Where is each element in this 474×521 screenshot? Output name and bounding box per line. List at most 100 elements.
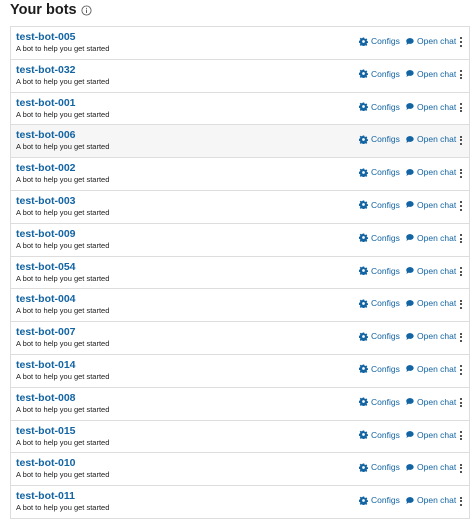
bot-description: A bot to help you get started <box>16 44 110 53</box>
open-chat-button[interactable]: Open chat <box>405 297 456 309</box>
kebab-menu-icon[interactable] <box>458 396 464 410</box>
open-chat-button[interactable]: Open chat <box>405 68 456 80</box>
gear-icon <box>359 397 368 407</box>
configs-label: Configs <box>371 265 400 276</box>
bot-name-link[interactable]: test-bot-007 <box>16 326 76 338</box>
bot-name-link[interactable]: test-bot-015 <box>16 425 76 437</box>
configs-button[interactable]: Configs <box>359 429 400 441</box>
bot-name-link[interactable]: test-bot-001 <box>16 97 76 109</box>
chat-bubble-icon <box>406 365 414 373</box>
open-chat-button[interactable]: Open chat <box>405 101 456 113</box>
configs-button[interactable]: Configs <box>359 265 400 277</box>
bot-description: A bot to help you get started <box>16 371 110 381</box>
configs-button[interactable]: Configs <box>359 133 400 145</box>
kebab-menu-icon[interactable] <box>458 297 464 311</box>
configs-button[interactable]: Configs <box>359 199 400 211</box>
configs-label: Configs <box>371 462 400 473</box>
open-chat-label: Open chat <box>417 265 457 276</box>
chat-bubble-icon <box>406 332 414 340</box>
bot-description: A bot to help you get started <box>16 306 110 316</box>
open-chat-label: Open chat <box>417 462 457 473</box>
bot-row: test-bot-009 A bot to help you get start… <box>10 223 470 257</box>
open-chat-button[interactable]: Open chat <box>405 396 456 408</box>
open-chat-button[interactable]: Open chat <box>405 494 456 506</box>
bot-name-link[interactable]: test-bot-008 <box>16 392 76 404</box>
bot-name-link[interactable]: test-bot-011 <box>16 490 75 502</box>
bot-description: A bot to help you get started <box>16 273 110 283</box>
chat-bubble-icon <box>406 299 414 307</box>
open-chat-label: Open chat <box>417 36 457 46</box>
open-chat-button[interactable]: Open chat <box>405 265 456 277</box>
bot-name-link[interactable]: test-bot-014 <box>16 359 76 371</box>
kebab-menu-icon[interactable] <box>458 35 464 49</box>
gear-icon <box>359 332 368 341</box>
open-chat-button[interactable]: Open chat <box>405 232 456 244</box>
configs-button[interactable]: Configs <box>359 494 400 506</box>
bot-name-link[interactable]: test-bot-009 <box>16 228 76 240</box>
configs-button[interactable]: Configs <box>359 232 400 244</box>
bot-list: test-bot-005 A bot to help you get start… <box>10 26 470 519</box>
bot-name-link[interactable]: test-bot-054 <box>16 261 76 273</box>
kebab-menu-icon[interactable] <box>458 363 464 377</box>
bot-row: test-bot-001 A bot to help you get start… <box>10 92 470 126</box>
bot-name-link[interactable]: test-bot-004 <box>16 293 76 305</box>
bot-description: A bot to help you get started <box>16 207 110 217</box>
chat-bubble-icon <box>406 37 414 45</box>
configs-label: Configs <box>371 101 400 112</box>
bot-row: test-bot-002 A bot to help you get start… <box>10 158 470 191</box>
configs-button[interactable]: Configs <box>359 35 400 47</box>
bot-row: test-bot-032 A bot to help you get start… <box>10 59 470 93</box>
bot-row: test-bot-005 A bot to help you get start… <box>10 27 470 60</box>
bot-description: A bot to help you get started <box>16 339 110 349</box>
info-circle-icon[interactable] <box>81 4 92 16</box>
kebab-menu-icon[interactable] <box>458 429 464 443</box>
open-chat-label: Open chat <box>417 167 457 178</box>
gear-icon <box>359 69 368 79</box>
bot-row: test-bot-008 A bot to help you get start… <box>10 387 470 421</box>
bot-description: A bot to help you get started <box>16 240 110 250</box>
open-chat-button[interactable]: Open chat <box>405 363 456 375</box>
kebab-menu-icon[interactable] <box>458 199 464 213</box>
configs-button[interactable]: Configs <box>359 68 400 80</box>
bot-name-link[interactable]: test-bot-005 <box>16 31 76 43</box>
bot-name-link[interactable]: test-bot-006 <box>16 129 76 141</box>
open-chat-button[interactable]: Open chat <box>405 429 456 441</box>
bot-name-link[interactable]: test-bot-010 <box>16 457 76 469</box>
configs-button[interactable]: Configs <box>359 101 400 113</box>
chat-bubble-icon <box>406 135 414 143</box>
bot-row: test-bot-015 A bot to help you get start… <box>10 420 470 454</box>
open-chat-button[interactable]: Open chat <box>405 199 456 211</box>
configs-button[interactable]: Configs <box>359 330 400 342</box>
kebab-menu-icon[interactable] <box>458 68 464 82</box>
configs-button[interactable]: Configs <box>359 363 400 375</box>
kebab-menu-icon[interactable] <box>458 101 464 115</box>
kebab-menu-icon[interactable] <box>458 330 464 344</box>
kebab-menu-icon[interactable] <box>458 265 464 279</box>
kebab-menu-icon[interactable] <box>458 461 464 475</box>
kebab-menu-icon[interactable] <box>458 494 464 508</box>
kebab-menu-icon[interactable] <box>458 166 464 180</box>
open-chat-label: Open chat <box>417 396 457 407</box>
configs-button[interactable]: Configs <box>359 396 400 408</box>
bot-name-link[interactable]: test-bot-003 <box>16 195 76 207</box>
bot-name-link[interactable]: test-bot-002 <box>16 162 76 174</box>
open-chat-label: Open chat <box>417 298 457 309</box>
open-chat-button[interactable]: Open chat <box>405 461 456 473</box>
bot-row: test-bot-010 A bot to help you get start… <box>10 453 470 487</box>
configs-button[interactable]: Configs <box>359 297 400 309</box>
kebab-menu-icon[interactable] <box>458 232 464 246</box>
configs-label: Configs <box>371 298 400 309</box>
bot-name-link[interactable]: test-bot-032 <box>16 64 76 76</box>
open-chat-button[interactable]: Open chat <box>405 330 456 342</box>
configs-label: Configs <box>371 396 400 407</box>
open-chat-button[interactable]: Open chat <box>405 133 456 145</box>
open-chat-label: Open chat <box>417 429 457 440</box>
open-chat-button[interactable]: Open chat <box>405 166 456 178</box>
open-chat-label: Open chat <box>417 199 457 210</box>
gear-icon <box>359 168 368 177</box>
open-chat-button[interactable]: Open chat <box>405 35 456 47</box>
configs-button[interactable]: Configs <box>359 461 400 473</box>
configs-button[interactable]: Configs <box>359 166 400 178</box>
kebab-menu-icon[interactable] <box>458 133 464 147</box>
configs-label: Configs <box>371 429 400 440</box>
